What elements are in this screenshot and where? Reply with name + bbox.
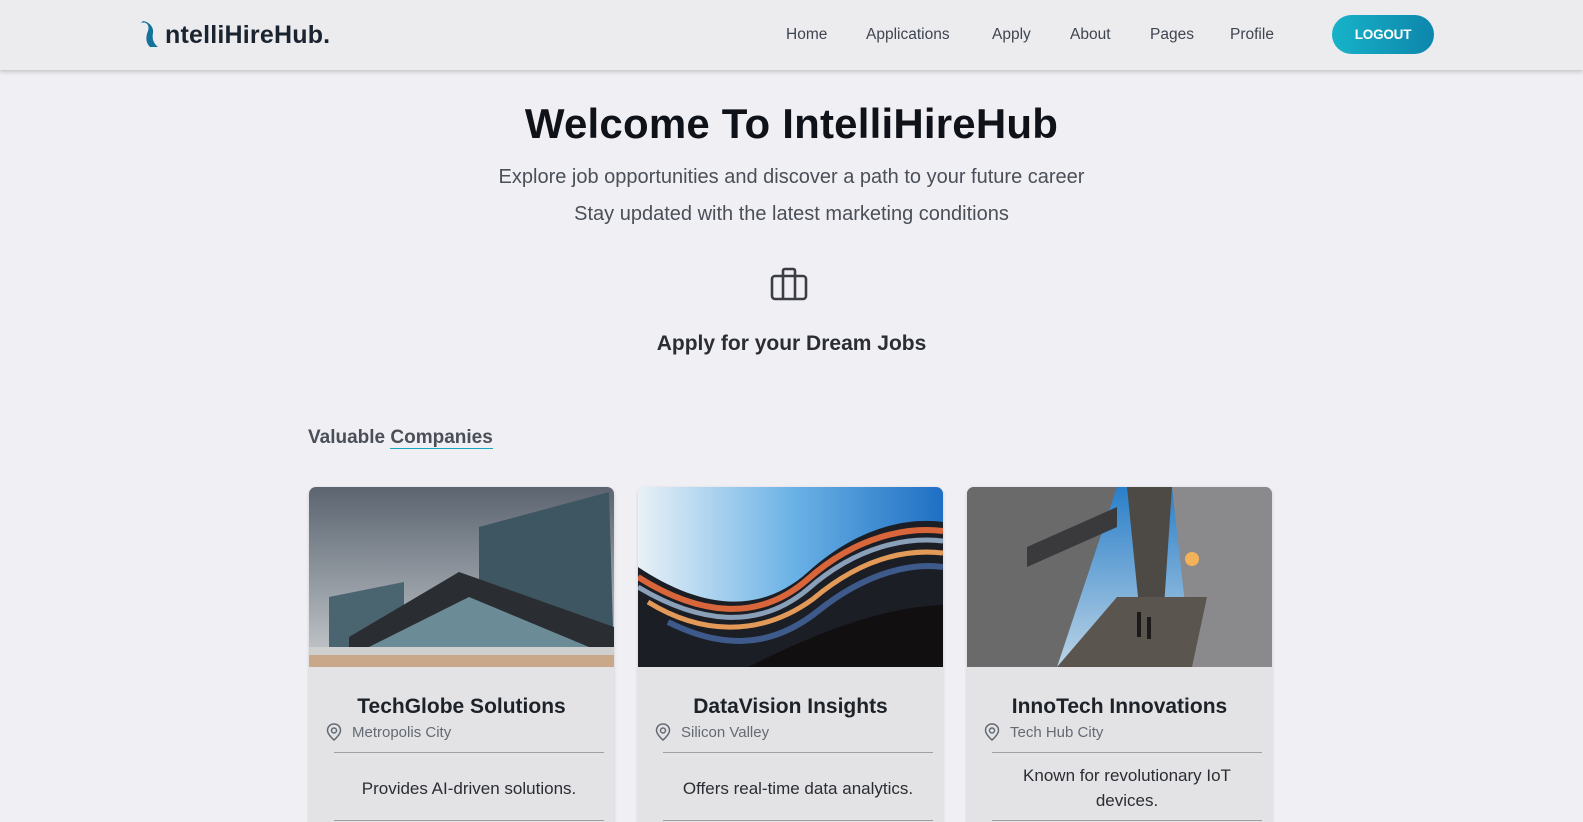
card-divider [334,820,604,821]
company-card-datavision[interactable]: DataVision Insights Silicon Valley Offer… [638,487,943,822]
section-title-part1: Valuable [308,427,391,448]
company-description: Known for revolutionary IoT devices. [1023,766,1231,810]
card-divider [663,820,933,821]
location-pin-icon [326,723,342,741]
hero-subtitle-1: Explore job opportunities and discover a… [498,166,1085,188]
nav-pages[interactable]: Pages [1150,26,1194,44]
card-divider [992,752,1262,753]
cta-heading: Apply for your Dream Jobs [656,332,927,355]
top-navbar: ntelliHireHub. Home Applications Apply A… [0,0,1583,70]
company-location: Silicon Valley [655,723,769,741]
company-description: Provides AI-driven solutions. [361,779,577,798]
nav-about[interactable]: About [1070,26,1111,44]
company-image-innotech [967,487,1272,667]
company-image-datavision [638,487,943,667]
card-divider [992,820,1262,821]
company-card-innotech[interactable]: InnoTech Innovations Tech Hub City Known… [967,487,1272,822]
company-location-text: Silicon Valley [681,723,770,741]
hero-subtitle-2: Stay updated with the latest marketing c… [574,203,1009,225]
company-card-techglobe[interactable]: TechGlobe Solutions Metropolis City Prov… [309,487,614,822]
nav-applications[interactable]: Applications [866,26,950,44]
brand-mark-icon [141,21,158,47]
company-description: Offers real-time data analytics. [682,779,914,798]
brand-logo[interactable]: ntelliHireHub. [138,19,330,51]
company-name: TechGlobe Solutions [357,695,566,718]
nav-profile[interactable]: Profile [1230,26,1274,44]
section-title-part2: Companies [390,427,493,449]
company-location-text: Tech Hub City [1010,723,1104,741]
brand-name: ntelliHireHub. [165,20,331,49]
company-image-techglobe [309,487,614,667]
location-pin-icon [655,723,671,741]
hero-title: Welcome To IntelliHireHub [524,100,1059,147]
logout-button[interactable]: LOGOUT [1332,15,1434,54]
card-divider [334,752,604,753]
location-pin-icon [984,723,1000,741]
section-title-companies: Valuable Companies [308,427,493,449]
company-location-text: Metropolis City [352,723,452,741]
company-name: InnoTech Innovations [1011,695,1228,718]
card-divider [663,752,933,753]
nav-home[interactable]: Home [786,26,827,44]
company-location: Tech Hub City [984,723,1103,741]
company-location: Metropolis City [326,723,451,741]
company-name: DataVision Insights [693,695,888,718]
nav-apply[interactable]: Apply [992,26,1031,44]
briefcase-icon [770,267,808,301]
